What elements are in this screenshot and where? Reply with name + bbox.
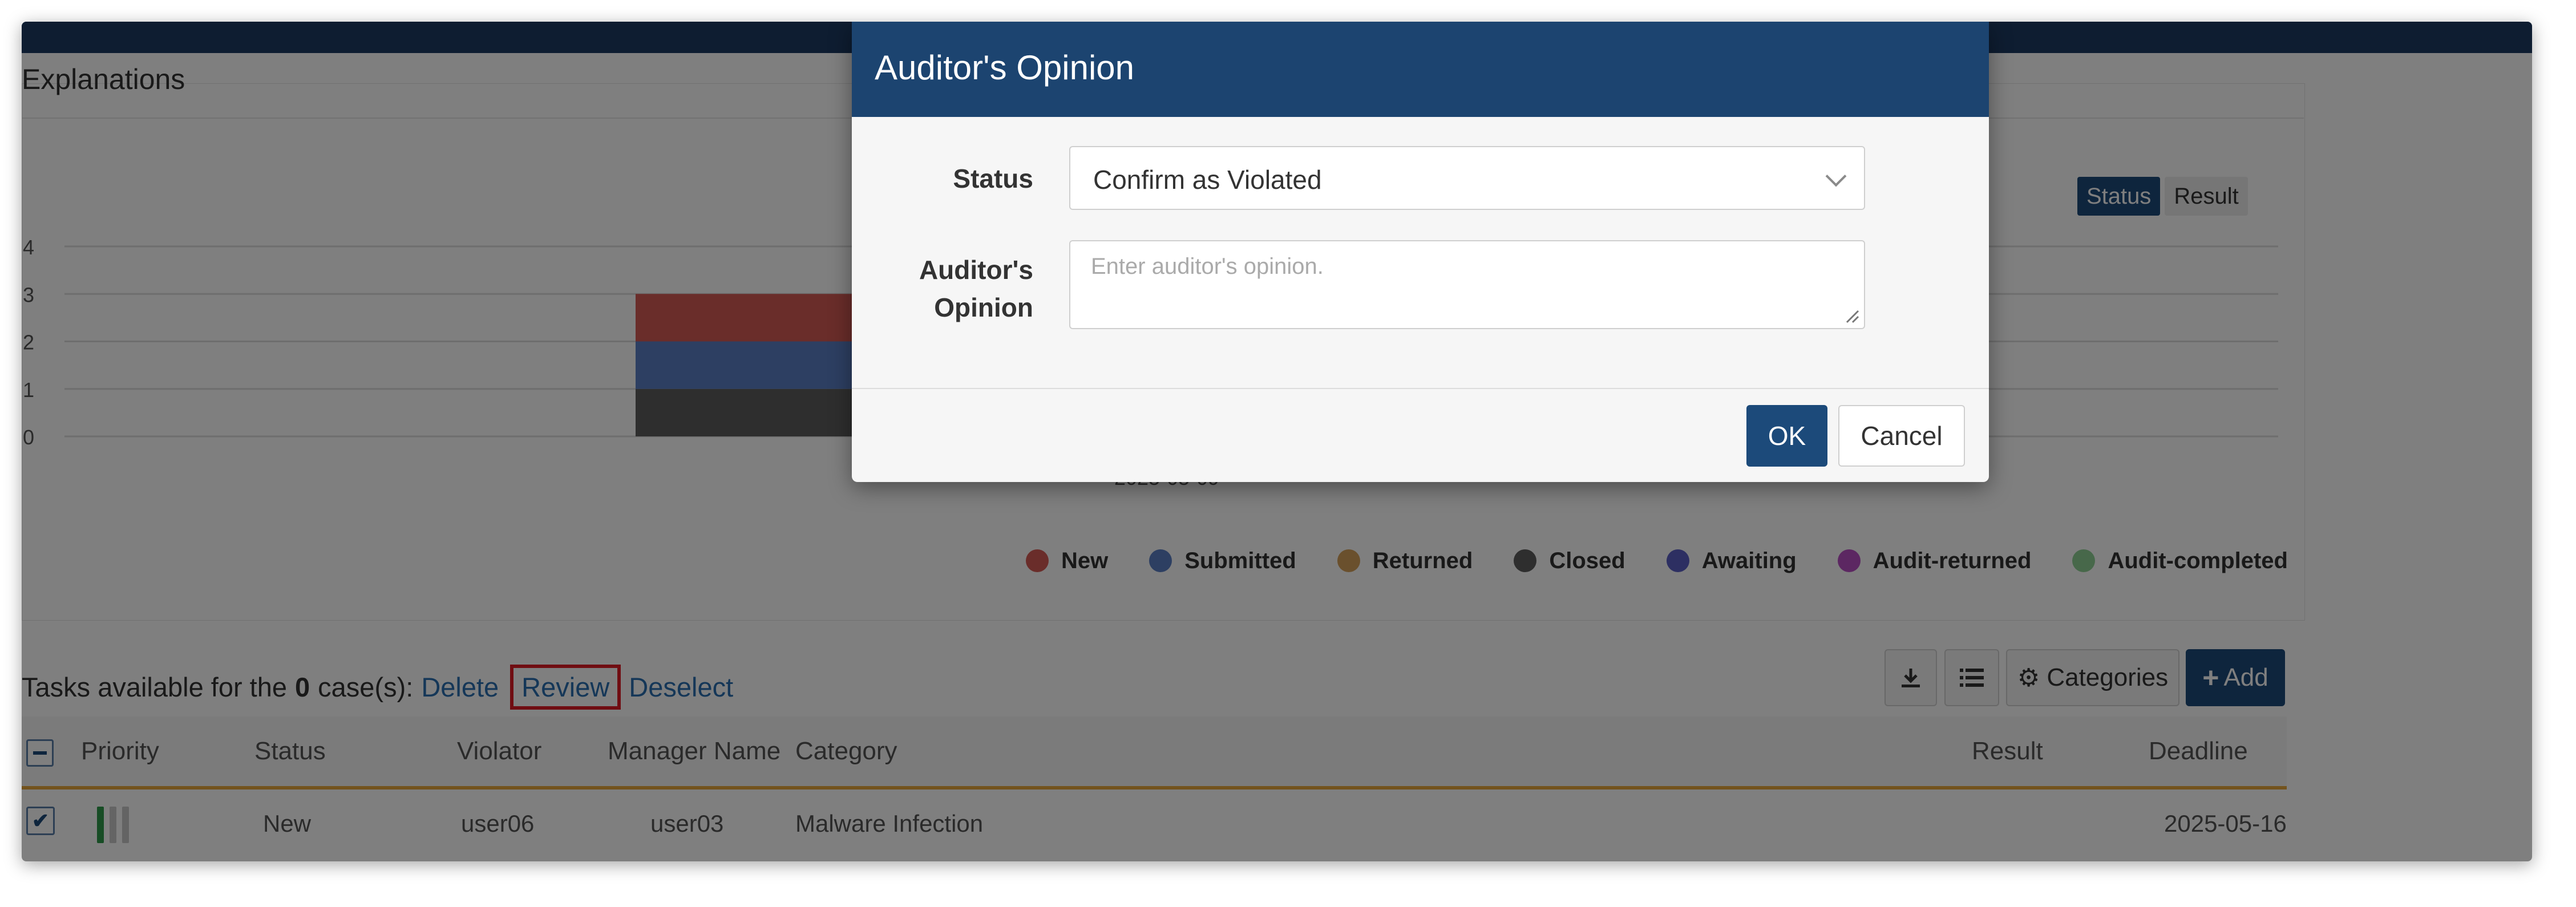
- app-window: Explanations Status Result 012342025-05-…: [22, 22, 2532, 861]
- chevron-down-icon: [1825, 165, 1847, 187]
- opinion-label-line1: Auditor's: [919, 255, 1033, 285]
- status-select-value: Confirm as Violated: [1093, 165, 1322, 195]
- opinion-field-label: Auditor's Opinion: [852, 251, 1033, 326]
- resize-handle-icon[interactable]: [1843, 307, 1859, 323]
- opinion-placeholder: Enter auditor's opinion.: [1091, 254, 1324, 279]
- dialog-header: Auditor's Opinion: [852, 22, 1989, 117]
- dialog-footer-divider: [852, 388, 1989, 389]
- status-field-label: Status: [953, 164, 1033, 193]
- auditors-opinion-dialog: Auditor's Opinion Status Confirm as Viol…: [852, 22, 1989, 482]
- cancel-button[interactable]: Cancel: [1838, 405, 1965, 467]
- dialog-title: Auditor's Opinion: [875, 48, 1135, 87]
- ok-button[interactable]: OK: [1746, 405, 1827, 467]
- status-select[interactable]: Confirm as Violated: [1069, 146, 1865, 210]
- opinion-textarea[interactable]: Enter auditor's opinion.: [1069, 240, 1865, 329]
- opinion-label-line2: Opinion: [934, 293, 1033, 322]
